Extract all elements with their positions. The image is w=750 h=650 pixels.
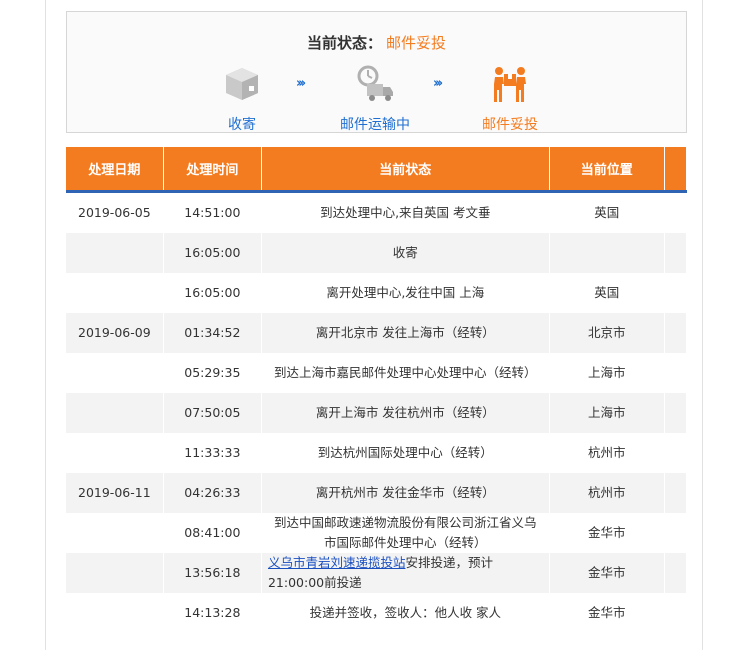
table-row: 16:05:00 离开处理中心,发往中国 上海 英国 [66,273,688,313]
cell-status: 到达中国邮政速递物流股份有限公司浙江省义乌市国际邮件处理中心（经转） [261,513,550,553]
tracking-table: 处理日期 处理时间 当前状态 当前位置 2019-06-05 14:51:00 到达… [66,147,688,633]
cell-spacer [664,593,688,633]
cell-status: 离开处理中心,发往中国 上海 [261,273,550,313]
cell-status: 离开杭州市 发往金华市（经转） [261,473,550,513]
header-spacer [664,147,688,192]
table-row: 2019-06-11 04:26:33 离开杭州市 发往金华市（经转） 杭州市 [66,473,688,513]
cell-location: 金华市 [549,513,665,553]
cell-status: 到达杭州国际处理中心（经转） [261,433,550,473]
cell-status: 到达上海市嘉民邮件处理中心处理中心（经转） [261,353,550,393]
cell-date [66,513,164,553]
cell-spacer [664,191,688,233]
progress-arrow-icon: ››› [296,76,306,91]
header-date: 处理日期 [66,147,164,192]
cell-status: 离开上海市 发往杭州市（经转） [261,393,550,433]
cell-spacer [664,513,688,553]
cell-location: 英国 [549,191,665,233]
table-row: 2019-06-09 01:34:52 离开北京市 发往上海市（经转） 北京市 [66,313,688,353]
cell-location: 北京市 [549,313,665,353]
table-row: 13:56:18 义乌市青岩刘速递揽投站安排投递，预计21:00:00前投递 金华市 [66,553,688,593]
cell-time: 13:56:18 [163,553,262,593]
cell-spacer [664,313,688,353]
table-row: 14:13:28 投递并签收，签收人：他人收 家人 金华市 [66,593,688,633]
cell-date [66,273,164,313]
progress-arrow-icon: ››› [433,76,443,91]
cell-status: 到达处理中心,来自英国 考文垂 [261,191,550,233]
cell-date [66,553,164,593]
step-label: 邮件妥投 [482,117,538,133]
cell-location: 杭州市 [549,473,665,513]
step-received: 收寄 [197,64,287,134]
cell-location: 上海市 [549,353,665,393]
cell-status: 义乌市青岩刘速递揽投站安排投递，预计21:00:00前投递 [261,553,550,593]
cell-time: 16:05:00 [163,233,262,273]
cell-status: 收寄 [261,233,550,273]
cell-date [66,593,164,633]
status-value: 邮件妥投 [386,34,447,52]
cell-spacer [664,473,688,513]
cell-spacer [664,393,688,433]
courier-delivery-icon [494,67,526,102]
cell-date: 2019-06-11 [66,473,164,513]
table-row: 2019-06-05 14:51:00 到达处理中心,来自英国 考文垂 英国 [66,191,688,233]
header-time: 处理时间 [163,147,262,192]
table-row: 05:29:35 到达上海市嘉民邮件处理中心处理中心（经转） 上海市 [66,353,688,393]
cell-date [66,393,164,433]
step-label: 收寄 [228,117,256,133]
cell-time: 05:29:35 [163,353,262,393]
package-box-icon [226,68,258,100]
station-link[interactable]: 义乌市青岩刘速递揽投站 [268,555,406,570]
table-row: 08:41:00 到达中国邮政速递物流股份有限公司浙江省义乌市国际邮件处理中心（经… [66,513,688,553]
cell-date [66,233,164,273]
cell-time: 08:41:00 [163,513,262,553]
cell-date [66,353,164,393]
cell-status: 离开北京市 发往上海市（经转） [261,313,550,353]
cell-time: 11:33:33 [163,433,262,473]
cell-time: 16:05:00 [163,273,262,313]
cell-time: 07:50:05 [163,393,262,433]
cell-time: 01:34:52 [163,313,262,353]
current-status-line: 当前状态： 邮件妥投 [67,32,686,53]
cell-spacer [664,433,688,473]
cell-date [66,433,164,473]
table-header-row: 处理日期 处理时间 当前状态 当前位置 [66,147,688,192]
cell-date: 2019-06-05 [66,191,164,233]
header-status: 当前状态 [261,147,550,192]
cell-status: 投递并签收，签收人：他人收 家人 [261,593,550,633]
table-row: 11:33:33 到达杭州国际处理中心（经转） 杭州市 [66,433,688,473]
step-delivered: 邮件妥投 [465,64,555,134]
cell-time: 04:26:33 [163,473,262,513]
cell-spacer [664,553,688,593]
step-in-transit: 邮件运输中 [330,64,420,134]
table-row: 16:05:00 收寄 [66,233,688,273]
cell-location: 英国 [549,273,665,313]
cell-time: 14:13:28 [163,593,262,633]
cell-location [549,233,665,273]
table-row: 07:50:05 离开上海市 发往杭州市（经转） 上海市 [66,393,688,433]
cell-date: 2019-06-09 [66,313,164,353]
delivery-truck-icon [357,65,393,101]
header-location: 当前位置 [549,147,665,192]
cell-location: 杭州市 [549,433,665,473]
cell-spacer [664,353,688,393]
cell-spacer [664,273,688,313]
cell-location: 上海市 [549,393,665,433]
cell-spacer [664,233,688,273]
cell-time: 14:51:00 [163,191,262,233]
cell-location: 金华市 [549,553,665,593]
status-panel: 当前状态： 邮件妥投 收寄 ››› 邮件运输中 ››› 邮件妥投 [66,11,687,133]
step-label: 邮件运输中 [340,117,410,133]
cell-location: 金华市 [549,593,665,633]
status-label: 当前状态： [306,34,382,52]
